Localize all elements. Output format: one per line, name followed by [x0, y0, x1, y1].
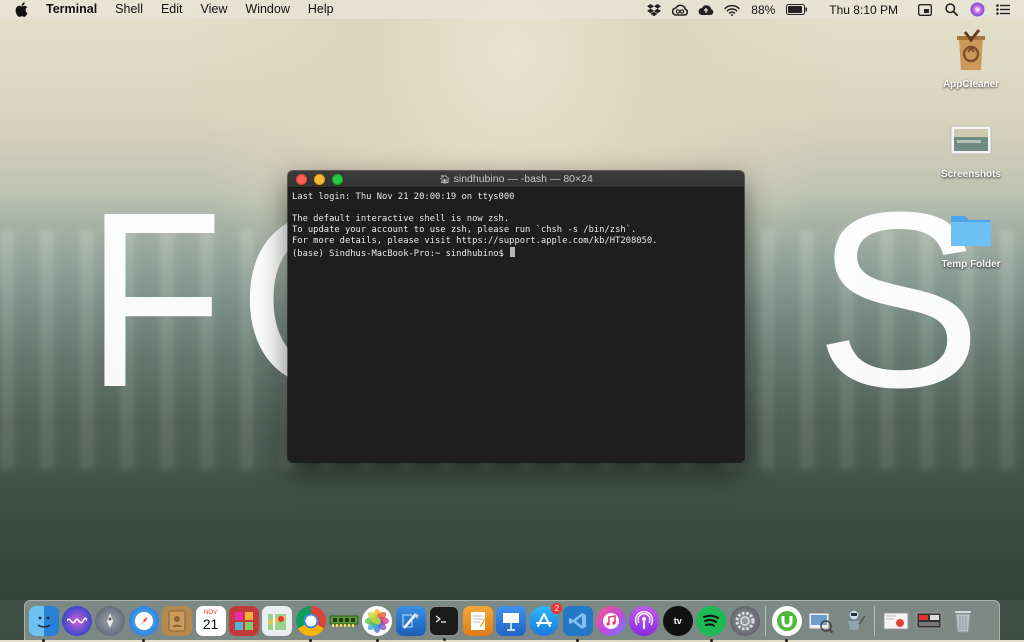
dock-calendar-icon[interactable]: NOV 21 [195, 605, 226, 636]
screenshots-folder-icon [947, 116, 995, 164]
dock-apple-tv-icon[interactable]: tv [662, 605, 693, 636]
dock-xcode-icon[interactable] [395, 605, 426, 636]
icloud-upload-icon[interactable] [698, 3, 714, 17]
dock-launchpad-icon[interactable] [95, 605, 126, 636]
dock-maps-icon[interactable] [262, 605, 293, 636]
creative-cloud-icon[interactable] [672, 3, 689, 17]
dock-app-store-icon[interactable]: 2 [529, 602, 563, 636]
terminal-prompt-line[interactable]: (base) Sindhus-MacBook-Pro:~ sindhubino$ [292, 247, 740, 260]
running-indicator [142, 638, 146, 642]
spotlight-search-icon[interactable] [943, 3, 959, 17]
siri-icon[interactable] [969, 2, 985, 17]
menu-view[interactable]: View [192, 0, 237, 19]
dock-chrome-icon[interactable] [295, 605, 326, 642]
dock-automator-icon[interactable] [839, 606, 869, 636]
menu-app-name[interactable]: Terminal [43, 0, 106, 19]
appcleaner-icon [947, 26, 995, 74]
dock-separator [765, 605, 767, 636]
folder-icon [947, 206, 995, 254]
dock-pages-icon[interactable] [462, 605, 493, 636]
status-area: 88% Thu 8:10 PM [641, 0, 1024, 19]
menu-help[interactable]: Help [299, 0, 343, 19]
notification-center-icon[interactable] [995, 3, 1011, 17]
desktop-icon-label: Temp Folder [941, 259, 1001, 270]
battery-icon[interactable] [786, 3, 808, 17]
dock-siri-icon[interactable] [62, 605, 93, 636]
dock-finder-icon[interactable] [28, 605, 59, 642]
dock-podcasts-icon[interactable] [629, 605, 660, 636]
dock-system-preferences-icon[interactable] [729, 605, 760, 636]
running-indicator [442, 637, 446, 641]
desktop-icon-label: AppCleaner [942, 79, 1000, 90]
running-indicator [576, 638, 580, 642]
running-indicator [785, 638, 789, 642]
running-indicator [309, 638, 313, 642]
wifi-icon[interactable] [724, 3, 741, 17]
dock-keynote-icon[interactable] [495, 605, 526, 636]
apple-tv-label: tv [673, 615, 682, 626]
dock-recent-document-icon[interactable] [881, 606, 911, 636]
terminal-line: To update your account to use zsh, pleas… [292, 225, 637, 235]
desktop-icon-label: Screenshots [940, 169, 1002, 180]
display-mirroring-icon[interactable] [917, 3, 933, 17]
dock-contacts-icon[interactable] [162, 605, 193, 636]
apple-menu-icon[interactable] [15, 2, 31, 17]
dock-itunes-icon[interactable] [596, 605, 627, 636]
desktop-icon-temp-folder[interactable]: Temp Folder [936, 206, 1006, 270]
terminal-line: Last login: Thu Nov 21 20:00:19 on ttys0… [292, 192, 515, 202]
menu-edit[interactable]: Edit [152, 0, 192, 19]
dock-vscode-icon[interactable] [562, 605, 593, 642]
dock-safari-icon[interactable] [128, 605, 159, 642]
window-title-text: sindhubino — -bash — 80×24 [453, 173, 593, 185]
terminal-output[interactable]: Last login: Thu Nov 21 20:00:19 on ttys0… [288, 188, 744, 260]
terminal-window[interactable]: 🏠︎ sindhubino — -bash — 80×24 Last login:… [288, 171, 744, 462]
dock: NOV 21 2 tv [24, 600, 1000, 642]
home-folder-icon: 🏠︎ [439, 174, 451, 184]
dropbox-icon[interactable] [646, 3, 662, 17]
dock-preview-icon[interactable] [805, 606, 835, 636]
terminal-line: The default interactive shell is now zsh… [292, 214, 510, 224]
dock-downloads-stack-icon[interactable] [914, 606, 944, 636]
running-indicator [42, 638, 46, 642]
battery-percent: 88% [751, 2, 776, 17]
terminal-cursor [510, 247, 516, 257]
dock-memory-icon[interactable] [329, 606, 359, 636]
menu-window[interactable]: Window [236, 0, 298, 19]
dock-photos-icon[interactable] [362, 605, 393, 642]
dock-separator [874, 605, 876, 636]
app-store-badge: 2 [551, 602, 563, 614]
calendar-day: 21 [202, 615, 219, 632]
wallpaper-letter-f: F [86, 160, 224, 439]
terminal-line: For more details, please visit https://s… [292, 236, 658, 246]
terminal-prompt: (base) Sindhus-MacBook-Pro:~ sindhubino$ [292, 249, 510, 259]
running-indicator [709, 638, 713, 642]
desktop-icon-appcleaner[interactable]: AppCleaner [936, 26, 1006, 90]
wallpaper-foreground [0, 460, 1024, 600]
window-title: 🏠︎ sindhubino — -bash — 80×24 [288, 171, 744, 187]
menubar-clock[interactable]: Thu 8:10 PM [829, 3, 898, 17]
running-indicator [375, 638, 379, 642]
dock-utorrent-icon[interactable] [771, 605, 802, 642]
dock-photo-booth-icon[interactable] [228, 605, 259, 636]
terminal-titlebar[interactable]: 🏠︎ sindhubino — -bash — 80×24 [288, 171, 744, 188]
desktop-icon-screenshots[interactable]: Screenshots [936, 116, 1006, 180]
menu-bar: Terminal Shell Edit View Window Help 88%… [0, 0, 1024, 19]
dock-spotify-icon[interactable] [696, 605, 727, 642]
dock-terminal-icon[interactable] [429, 605, 460, 641]
menu-shell[interactable]: Shell [106, 0, 152, 19]
dock-trash-icon[interactable] [948, 606, 978, 636]
